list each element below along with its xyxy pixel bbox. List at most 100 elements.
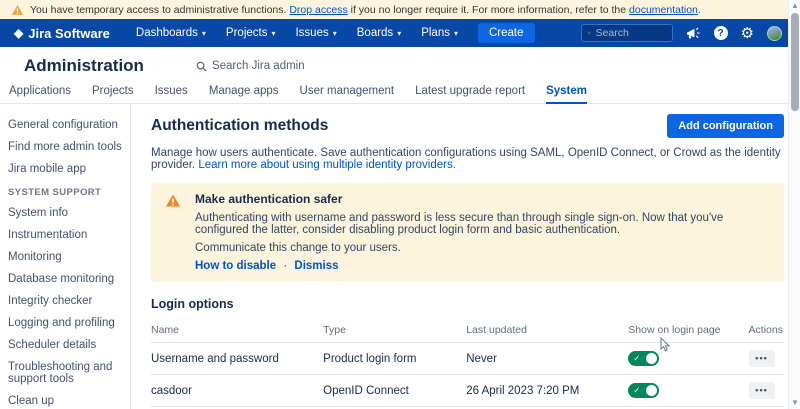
warning-title: Make authentication safer xyxy=(195,192,768,206)
nav-item-label: Dashboards xyxy=(136,27,198,39)
global-search-input[interactable] xyxy=(596,27,666,39)
dismiss-link[interactable]: Dismiss xyxy=(294,260,338,272)
jira-logo[interactable]: ◆ Jira Software xyxy=(14,26,110,41)
add-configuration-button[interactable]: Add configuration xyxy=(667,114,784,138)
search-icon xyxy=(196,61,207,72)
tab-issues[interactable]: Issues xyxy=(155,81,188,103)
admin-header: Administration Search Jira admin xyxy=(0,47,800,81)
tab-user-management[interactable]: User management xyxy=(300,81,395,103)
tab-manage-apps[interactable]: Manage apps xyxy=(209,81,279,103)
app-navbar: ◆ Jira Software Dashboards ▾ Projects ▾ … xyxy=(0,19,800,47)
admin-search-label: Search Jira admin xyxy=(212,60,305,72)
table-header-row: Name Type Last updated Show on login pag… xyxy=(151,319,784,343)
documentation-link[interactable]: documentation xyxy=(629,4,698,16)
help-icon[interactable]: ? xyxy=(714,26,728,40)
nav-item-label: Boards xyxy=(357,27,393,39)
sidebar-item-integrity-checker[interactable]: Integrity checker xyxy=(8,293,122,309)
global-search[interactable] xyxy=(581,24,673,42)
announcements-icon[interactable] xyxy=(686,27,701,40)
row-actions-button[interactable]: ••• xyxy=(749,382,775,399)
scrollbar-thumb[interactable] xyxy=(791,13,799,111)
chevron-down-icon: ▾ xyxy=(271,29,275,38)
scroll-up-arrow-icon[interactable]: ▲ xyxy=(789,0,800,12)
column-header-type: Type xyxy=(323,319,466,343)
warning-icon xyxy=(12,5,23,15)
check-icon: ✓ xyxy=(633,385,640,396)
section-title-authentication-methods: Authentication methods xyxy=(151,117,328,135)
authentication-description: Manage how users authenticate. Save auth… xyxy=(151,147,784,171)
nav-item-boards[interactable]: Boards ▾ xyxy=(357,27,401,39)
warning-line-1: Authenticating with username and passwor… xyxy=(195,212,768,236)
cell-type: Product login form xyxy=(323,343,466,375)
chevron-down-icon: ▾ xyxy=(454,29,458,38)
search-icon xyxy=(588,28,591,38)
cell-last-updated: Never xyxy=(466,343,628,375)
jira-diamond-icon: ◆ xyxy=(14,27,23,39)
check-icon: ✓ xyxy=(633,353,640,364)
scroll-down-arrow-icon[interactable]: ▼ xyxy=(789,397,800,409)
chevron-down-icon: ▾ xyxy=(397,29,401,38)
cell-name: casdoor xyxy=(151,375,323,407)
chevron-down-icon: ▾ xyxy=(333,29,337,38)
content: General configuration Find more admin to… xyxy=(0,104,800,409)
sidebar-item-find-more-admin-tools[interactable]: Find more admin tools xyxy=(8,139,122,155)
banner-text-before: You have temporary access to administrat… xyxy=(30,4,286,16)
tab-applications[interactable]: Applications xyxy=(9,81,71,103)
nav-item-plans[interactable]: Plans ▾ xyxy=(421,27,458,39)
navbar-right: ? ⚙ xyxy=(581,24,800,42)
link-separator: · xyxy=(279,260,291,272)
create-button[interactable]: Create xyxy=(478,23,535,43)
admin-tabs: Applications Projects Issues Manage apps… xyxy=(0,81,800,104)
temporary-access-banner: You have temporary access to administrat… xyxy=(0,0,800,19)
sidebar-item-monitoring[interactable]: Monitoring xyxy=(8,249,122,265)
toggle-knob xyxy=(646,385,657,396)
user-avatar[interactable] xyxy=(767,26,782,41)
main-panel: Authentication methods Add configuration… xyxy=(131,104,800,409)
column-header-show-on-login-page: Show on login page xyxy=(628,319,748,343)
vertical-scrollbar[interactable]: ▲ ▼ xyxy=(788,0,800,409)
sidebar-group-system-support: SYSTEM SUPPORT xyxy=(8,187,122,198)
nav-item-issues[interactable]: Issues ▾ xyxy=(295,27,336,39)
learn-more-link[interactable]: Learn more about using multiple identity… xyxy=(198,159,456,171)
tab-system[interactable]: System xyxy=(546,81,587,104)
login-options-table: Name Type Last updated Show on login pag… xyxy=(151,319,784,407)
sidebar-item-scheduler-details[interactable]: Scheduler details xyxy=(8,337,122,353)
nav-item-projects[interactable]: Projects ▾ xyxy=(226,27,276,39)
cell-type: OpenID Connect xyxy=(323,375,466,407)
show-on-login-toggle[interactable]: ✓ xyxy=(628,383,659,398)
how-to-disable-link[interactable]: How to disable xyxy=(195,260,276,272)
jira-logo-label: Jira Software xyxy=(28,26,110,41)
cell-last-updated: 26 April 2023 7:20 PM xyxy=(466,375,628,407)
table-row: casdoor OpenID Connect 26 April 2023 7:2… xyxy=(151,375,784,407)
toggle-knob xyxy=(646,353,657,364)
table-row: Username and password Product login form… xyxy=(151,343,784,375)
chevron-down-icon: ▾ xyxy=(202,29,206,38)
nav-item-dashboards[interactable]: Dashboards ▾ xyxy=(136,27,206,39)
sidebar-item-database-monitoring[interactable]: Database monitoring xyxy=(8,271,122,287)
sidebar-item-general-configuration[interactable]: General configuration xyxy=(8,117,122,133)
sidebar-item-logging-and-profiling[interactable]: Logging and profiling xyxy=(8,315,122,331)
sidebar-item-clean-up[interactable]: Clean up xyxy=(8,393,122,409)
make-authentication-safer-card: Make authentication safer Authenticating… xyxy=(151,183,784,282)
cell-name: Username and password xyxy=(151,343,323,375)
tab-projects[interactable]: Projects xyxy=(92,81,134,103)
navbar-menu: Dashboards ▾ Projects ▾ Issues ▾ Boards … xyxy=(136,27,458,39)
nav-item-label: Projects xyxy=(226,27,268,39)
gear-icon[interactable]: ⚙ xyxy=(741,26,754,41)
drop-access-link[interactable]: Drop access xyxy=(289,4,347,16)
banner-text-middle: if you no longer require it. For more in… xyxy=(351,4,626,16)
row-actions-button[interactable]: ••• xyxy=(749,350,775,367)
sidebar-item-instrumentation[interactable]: Instrumentation xyxy=(8,227,122,243)
warning-line-2: Communicate this change to your users. xyxy=(195,242,768,254)
sidebar-item-troubleshooting[interactable]: Troubleshooting and support tools xyxy=(8,359,122,387)
column-header-actions: Actions xyxy=(749,319,784,343)
admin-search[interactable]: Search Jira admin xyxy=(196,60,305,72)
sidebar-item-system-info[interactable]: System info xyxy=(8,205,122,221)
sidebar-item-jira-mobile-app[interactable]: Jira mobile app xyxy=(8,161,122,177)
nav-item-label: Issues xyxy=(295,27,328,39)
column-header-name: Name xyxy=(151,319,323,343)
login-options-title: Login options xyxy=(151,297,784,311)
warning-icon xyxy=(166,194,180,207)
show-on-login-toggle[interactable]: ✓ xyxy=(628,351,659,366)
tab-latest-upgrade-report[interactable]: Latest upgrade report xyxy=(415,81,525,103)
